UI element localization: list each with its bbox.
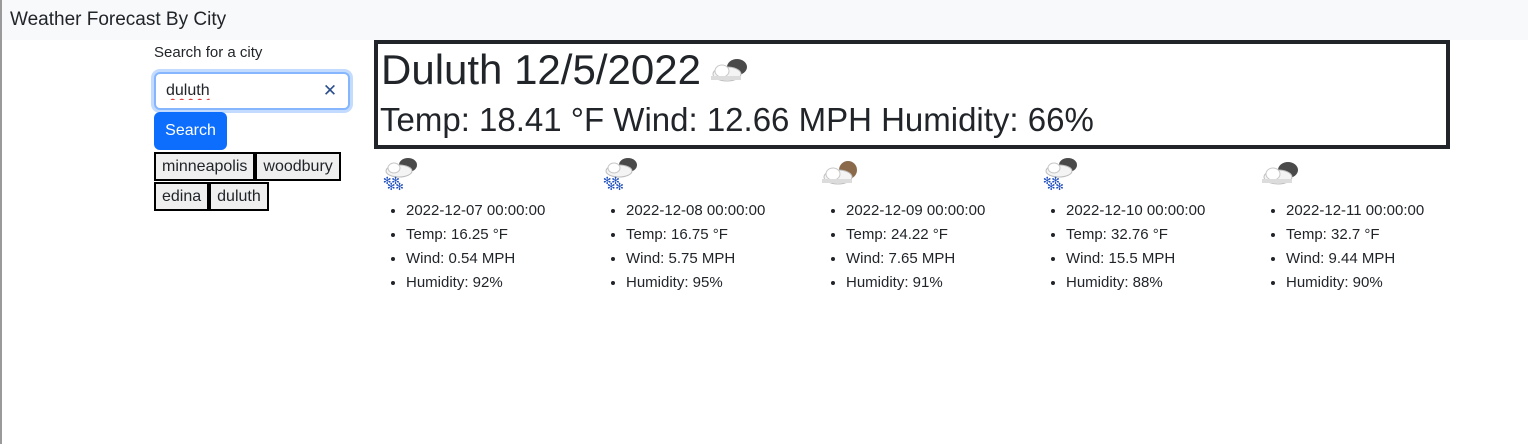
snow-icon	[1038, 155, 1084, 191]
cloudy-icon	[1258, 155, 1304, 191]
snow-icon	[378, 155, 424, 191]
current-stats: Temp: 18.41 °F Wind: 12.66 MPH Humidity:…	[380, 101, 1094, 138]
forecast-date: 2022-12-10 00:00:00	[1066, 199, 1238, 223]
forecast-day: 2022-12-10 00:00:00 Temp: 32.76 °F Wind:…	[1038, 155, 1238, 295]
forecast-date: 2022-12-11 00:00:00	[1286, 199, 1458, 223]
search-panel: Search for a city ✕ Search minneapoliswo…	[154, 42, 364, 212]
cloudy-icon	[707, 52, 753, 88]
history-button-duluth[interactable]: duluth	[209, 182, 269, 211]
forecast-wind: Wind: 15.5 MPH	[1066, 247, 1238, 271]
forecast-wind: Wind: 9.44 MPH	[1286, 247, 1458, 271]
forecast-day: 2022-12-07 00:00:00 Temp: 16.25 °F Wind:…	[378, 155, 578, 295]
forecast-temp: Temp: 16.75 °F	[626, 223, 798, 247]
forecast-date: 2022-12-07 00:00:00	[406, 199, 578, 223]
search-field[interactable]: ✕	[154, 72, 350, 110]
navbar: Weather Forecast By City	[2, 0, 1528, 40]
snow-icon	[598, 155, 644, 191]
forecast-temp: Temp: 32.7 °F	[1286, 223, 1458, 247]
forecast-temp: Temp: 24.22 °F	[846, 223, 1018, 247]
forecast-humidity: Humidity: 88%	[1066, 271, 1238, 295]
forecast-wind: Wind: 7.65 MPH	[846, 247, 1018, 271]
app-title: Weather Forecast By City	[10, 9, 227, 30]
forecast-day: 2022-12-08 00:00:00 Temp: 16.75 °F Wind:…	[598, 155, 798, 295]
search-label: Search for a city	[154, 44, 263, 61]
forecast-humidity: Humidity: 90%	[1286, 271, 1458, 295]
forecast-humidity: Humidity: 95%	[626, 271, 798, 295]
forecast-humidity: Humidity: 91%	[846, 271, 1018, 295]
forecast-row: 2022-12-07 00:00:00 Temp: 16.25 °F Wind:…	[378, 155, 1518, 305]
forecast-temp: Temp: 16.25 °F	[406, 223, 578, 247]
forecast-wind: Wind: 5.75 MPH	[626, 247, 798, 271]
history-button-minneapolis[interactable]: minneapolis	[154, 152, 256, 181]
forecast-wind: Wind: 0.54 MPH	[406, 247, 578, 271]
partly-cloudy-night-icon	[818, 155, 864, 191]
forecast-date: 2022-12-09 00:00:00	[846, 199, 1018, 223]
forecast-temp: Temp: 32.76 °F	[1066, 223, 1238, 247]
current-city-date: Duluth 12/5/2022	[381, 46, 701, 93]
history-button-woodbury[interactable]: woodbury	[255, 152, 341, 181]
history-button-edina[interactable]: edina	[154, 182, 210, 211]
forecast-date: 2022-12-08 00:00:00	[626, 199, 798, 223]
search-input[interactable]	[166, 74, 316, 108]
forecast-day: 2022-12-11 00:00:00 Temp: 32.7 °F Wind: …	[1258, 155, 1458, 295]
forecast-humidity: Humidity: 92%	[406, 271, 578, 295]
forecast-day: 2022-12-09 00:00:00 Temp: 24.22 °F Wind:…	[818, 155, 1018, 295]
search-history: minneapolis woodbury edina duluth	[154, 152, 350, 212]
close-icon[interactable]: ✕	[322, 82, 338, 100]
search-button[interactable]: Search	[154, 112, 227, 150]
current-weather-card: Duluth 12/5/2022 Temp: 18.41 °F Wind: 12…	[374, 40, 1450, 149]
